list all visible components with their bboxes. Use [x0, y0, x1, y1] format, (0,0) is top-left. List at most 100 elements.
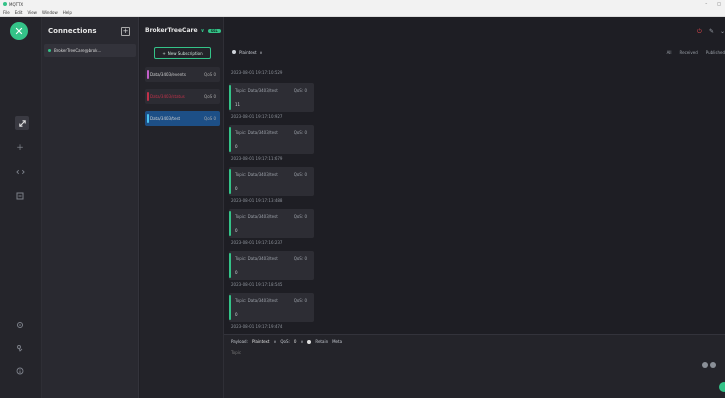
edit-icon[interactable]: ✎ [709, 28, 714, 35]
message-time: 2023-08-01 19:17:18:545 [231, 282, 283, 287]
message-color-bar [229, 295, 231, 320]
info-icon[interactable] [14, 365, 26, 377]
about-icon[interactable] [14, 342, 26, 354]
menu-edit[interactable]: Edit [15, 10, 23, 15]
subscription-item[interactable]: Data/3403/status QoS 0 [145, 89, 220, 104]
next-icon[interactable] [710, 362, 716, 368]
retain-label: Retain [315, 339, 329, 344]
add-connection-button[interactable]: + [121, 27, 130, 36]
filter-received[interactable]: Received [680, 50, 698, 55]
qos-label: QoS: [280, 339, 290, 344]
sidebar [0, 17, 42, 398]
subscription-topic: Data/3403/status [150, 94, 185, 99]
chevron-down-icon: ∨ [300, 339, 304, 344]
menu-file[interactable]: File [3, 10, 10, 15]
message-qos: QoS: 0 [293, 298, 307, 303]
subscription-color-icon [147, 92, 149, 101]
message-color-bar [229, 169, 231, 194]
maximize-button[interactable]: □ [717, 1, 721, 6]
subscription-color-icon [147, 70, 149, 79]
subscription-color-icon [147, 114, 149, 123]
message-filters: All Received Published [667, 50, 725, 55]
message-payload: 11 [235, 102, 241, 107]
disconnect-icon[interactable]: ⏻ [697, 28, 702, 36]
message-color-bar [229, 253, 231, 278]
message-toolbar: Plaintext ∨ All Received Published [224, 46, 725, 58]
log-icon[interactable] [14, 190, 26, 202]
message-card[interactable]: Topic: Data/3403/test QoS: 0 0 [229, 209, 314, 238]
subscription-qos: QoS 0 [204, 94, 216, 99]
menu-help[interactable]: Help [63, 10, 72, 15]
topic-input[interactable] [231, 349, 431, 356]
message-card[interactable]: Topic: Data/3403/test QoS: 0 0 [229, 125, 314, 154]
message-topic: Topic: Data/3403/test [235, 130, 278, 135]
connections-icon[interactable] [15, 116, 29, 130]
more-icon[interactable]: ⌄ [720, 28, 725, 35]
menu-view[interactable]: View [27, 10, 37, 15]
connections-header: Connections [48, 27, 97, 35]
message-time: 2023-08-01 19:17:11:679 [231, 156, 283, 161]
subscription-item[interactable]: Data/3403/events QoS 0 [145, 67, 220, 82]
chevron-down-icon: ∨ [259, 49, 263, 55]
send-button[interactable] [719, 382, 725, 392]
mqttx-logo-icon: ✕ [10, 22, 28, 40]
new-subscription-button[interactable]: + New Subscription [154, 47, 211, 59]
message-card[interactable]: Topic: Data/3403/test QoS: 0 0 [229, 251, 314, 280]
broker-name: BrokerTreeCare [145, 27, 198, 34]
connection-label: BrokerTreeCare@brok... [54, 48, 102, 53]
broker-title: BrokerTreeCare ∨ SSL [145, 27, 221, 34]
meta-button[interactable]: Meta [332, 339, 342, 344]
chevron-down-icon: ∨ [273, 339, 277, 344]
message-payload: 0 [235, 312, 238, 317]
filter-all[interactable]: All [667, 50, 672, 55]
compose-options: Payload: Plaintext ∨ QoS: 0 ∨ Retain Met… [231, 339, 342, 344]
app-logo-icon [3, 2, 7, 6]
retain-toggle-icon[interactable] [307, 339, 312, 344]
message-time: 2023-08-01 19:17:10:529 [231, 70, 283, 75]
message-color-bar [229, 127, 231, 152]
message-time: 2023-08-01 19:17:19:474 [231, 324, 283, 329]
message-qos: QoS: 0 [293, 214, 307, 219]
message-card[interactable]: Topic: Data/3403/test QoS: 0 0 [229, 293, 314, 322]
subscription-topic: Data/3403/events [150, 72, 186, 77]
subscription-qos: QoS 0 [204, 72, 216, 77]
connections-panel [42, 17, 139, 398]
message-color-bar [229, 211, 231, 236]
message-payload: 0 [235, 144, 238, 149]
connected-status-icon [48, 49, 51, 52]
message-qos: QoS: 0 [293, 172, 307, 177]
message-payload: 0 [235, 270, 238, 275]
window-controls: – □ [705, 1, 721, 6]
payload-format-select[interactable]: Plaintext [252, 339, 270, 344]
message-time: 2023-08-01 19:17:10:927 [231, 114, 283, 119]
previous-icon[interactable] [702, 362, 708, 368]
format-select[interactable]: Plaintext ∨ [232, 50, 262, 55]
message-topic: Topic: Data/3403/test [235, 298, 278, 303]
message-pager [702, 362, 716, 368]
connection-item[interactable]: BrokerTreeCare@brok... [44, 44, 136, 57]
app-title: MQTTX [9, 1, 24, 7]
message-topic: Topic: Data/3403/test [235, 256, 278, 261]
settings-icon[interactable] [14, 319, 26, 331]
subscription-item-active[interactable]: Data/3403/test QoS 0 [145, 111, 220, 126]
message-payload: 0 [235, 228, 238, 233]
chevron-down-icon[interactable]: ∨ [201, 28, 205, 34]
message-topic: Topic: Data/3403/test [235, 88, 278, 93]
new-subscription-label: New Subscription [167, 50, 203, 56]
qos-select[interactable]: 0 [294, 339, 297, 344]
script-icon[interactable] [14, 166, 26, 178]
title-bar: MQTTX – □ [0, 0, 725, 8]
format-label: Plaintext [239, 49, 257, 55]
format-icon [232, 50, 236, 54]
message-time: 2023-08-01 19:17:16:237 [231, 240, 283, 245]
menu-window[interactable]: Window [42, 10, 58, 15]
payload-label: Payload: [231, 339, 248, 344]
menu-bar: File Edit View Window Help [0, 8, 725, 17]
ssl-badge: SSL [207, 28, 221, 33]
message-card[interactable]: Topic: Data/3403/test QoS: 0 0 [229, 167, 314, 196]
minimize-button[interactable]: – [705, 1, 707, 6]
new-connection-icon[interactable]: + [14, 142, 26, 154]
filter-published[interactable]: Published [706, 50, 725, 55]
message-topic: Topic: Data/3403/test [235, 214, 278, 219]
message-card[interactable]: Topic: Data/3403/test QoS: 0 11 [229, 83, 314, 112]
